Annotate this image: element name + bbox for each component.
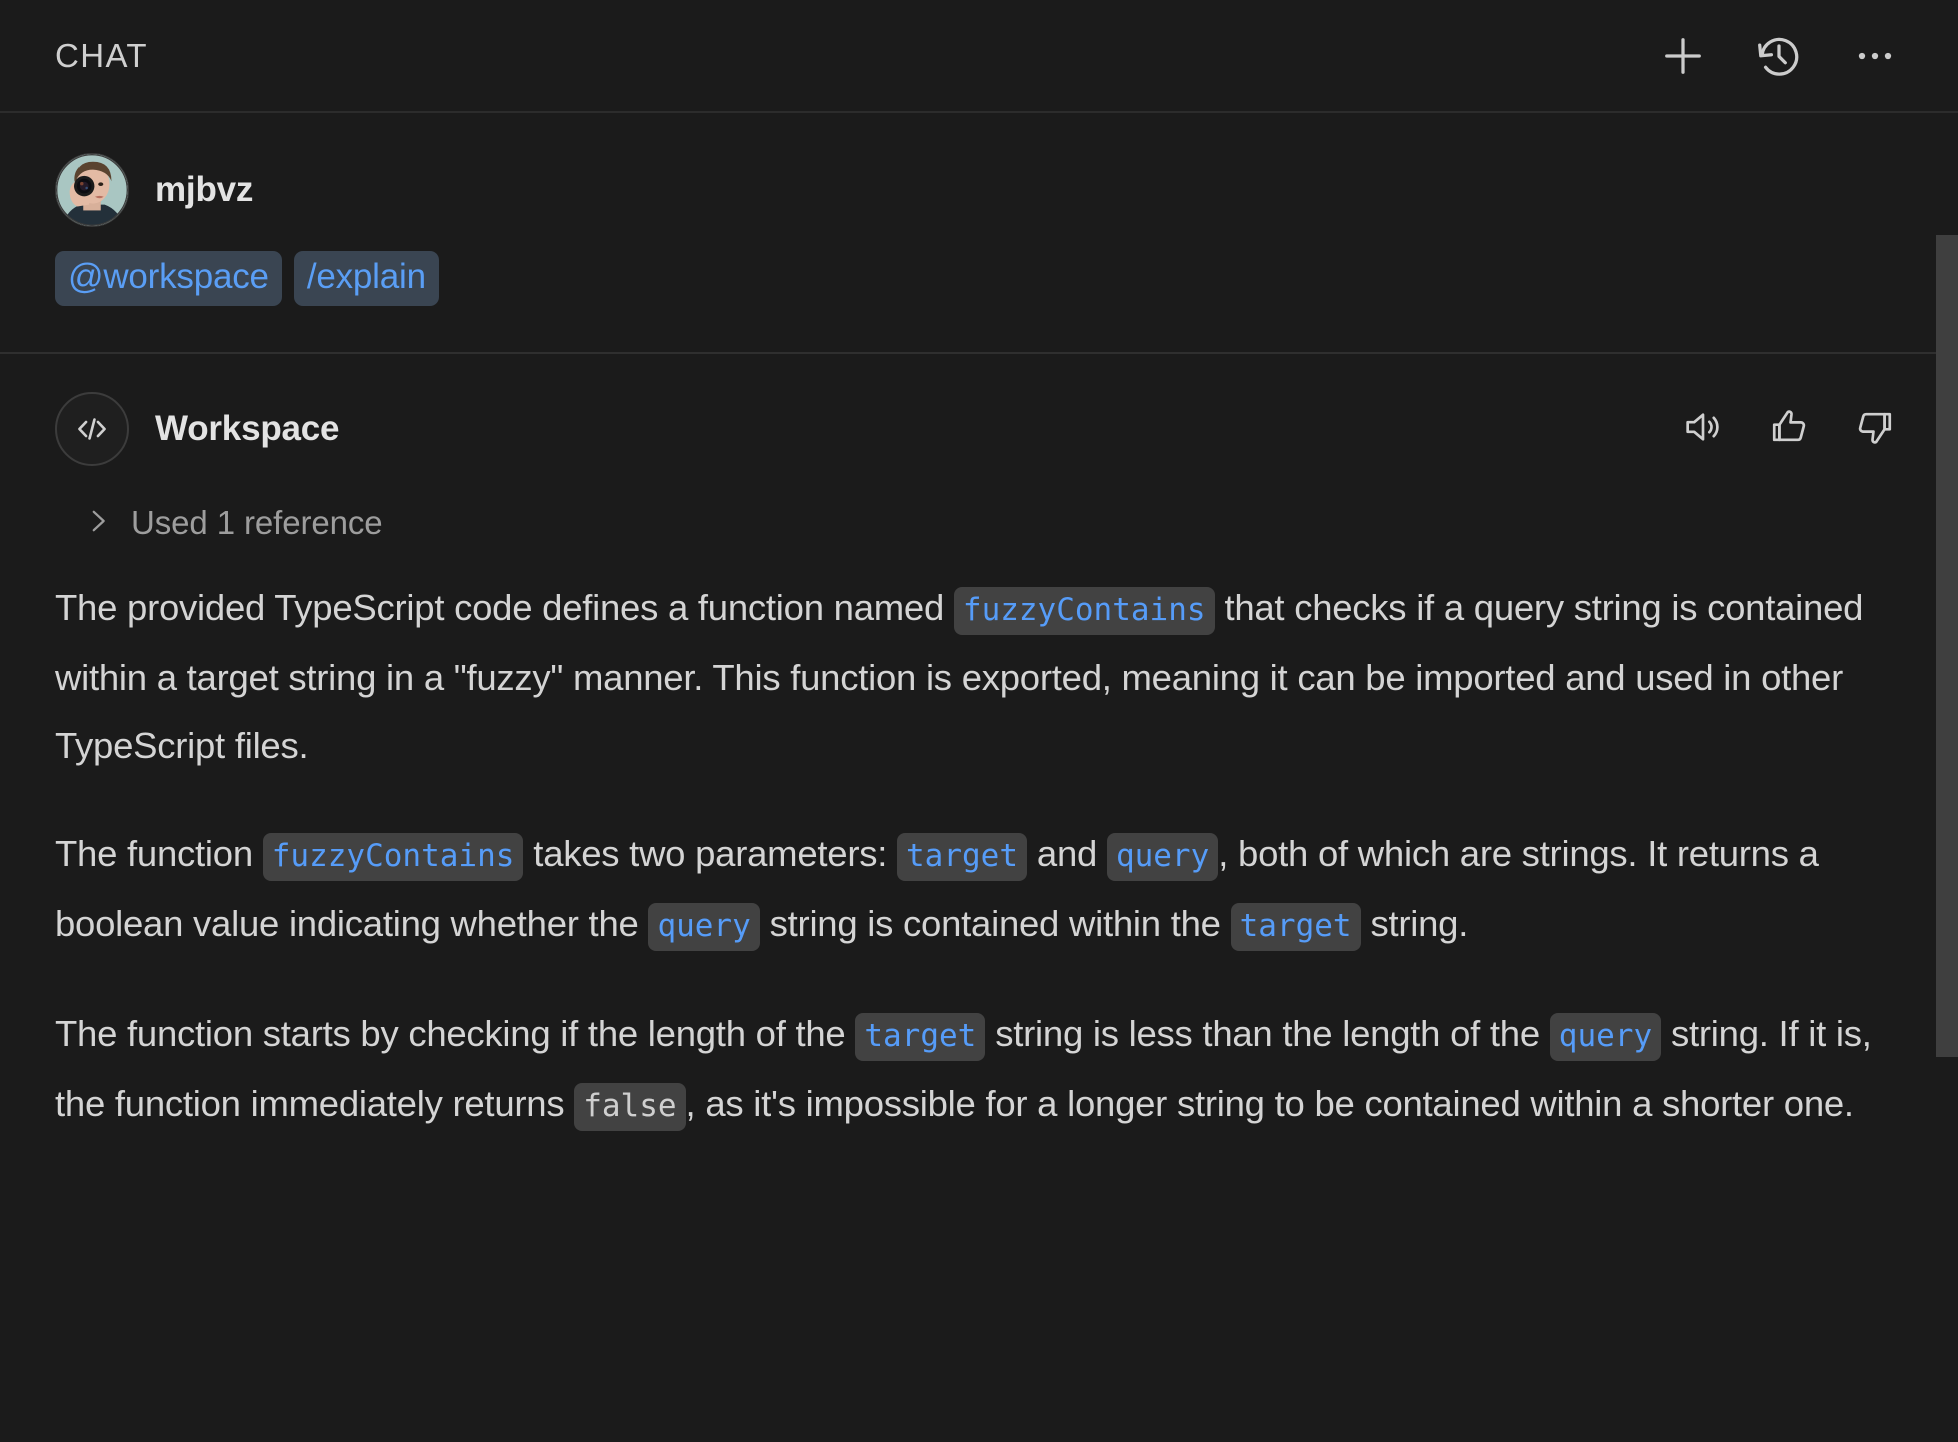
avatar <box>55 153 129 227</box>
chat-history-button[interactable] <box>1748 25 1810 87</box>
user-message-turn: mjbvz @workspace /explain <box>0 113 1958 355</box>
ellipsis-icon <box>1849 30 1901 82</box>
thumbs-down-button[interactable] <box>1847 401 1903 457</box>
chat-scrollbar-thumb[interactable] <box>1936 235 1958 1057</box>
inline-code: query <box>1106 833 1219 882</box>
user-name: mjbvz <box>155 170 254 209</box>
prompt-chips: @workspace /explain <box>55 251 1903 307</box>
header-actions <box>1652 25 1906 87</box>
used-references-label: Used 1 reference <box>131 504 383 542</box>
thumbs-down-icon <box>1852 404 1898 455</box>
inline-code: fuzzyContains <box>262 833 524 882</box>
paragraph: The provided TypeScript code defines a f… <box>55 587 1864 767</box>
inline-code: target <box>897 833 1027 882</box>
history-icon <box>1753 30 1805 82</box>
plus-icon <box>1657 30 1709 82</box>
paragraph: The function starts by checking if the l… <box>55 1000 1885 1140</box>
new-chat-button[interactable] <box>1652 25 1714 87</box>
user-speaker-row: mjbvz <box>55 153 1903 227</box>
assistant-message-turn: Workspace Used 1 reference The provided … <box>0 354 1958 1140</box>
code-brackets-icon <box>55 392 129 467</box>
inline-code: query <box>1549 1013 1662 1062</box>
more-actions-button[interactable] <box>1844 25 1906 87</box>
chat-panel: CHAT mjbvz @workspace /explain Workspace… <box>0 0 1958 1442</box>
inline-code: false <box>574 1083 686 1132</box>
chevron-right-icon <box>81 504 115 543</box>
command-chip-explain[interactable]: /explain <box>293 251 439 307</box>
inline-code: fuzzyContains <box>953 587 1215 636</box>
assistant-actions <box>1675 401 1903 457</box>
inline-code: target <box>855 1013 986 1062</box>
thumbs-up-button[interactable] <box>1761 401 1817 457</box>
assistant-markdown-body: The provided TypeScript code defines a f… <box>55 574 1885 1140</box>
agent-name: Workspace <box>155 409 340 449</box>
speaker-icon <box>1680 404 1726 455</box>
used-references-toggle[interactable]: Used 1 reference <box>81 498 1903 548</box>
chat-panel-header: CHAT <box>0 0 1958 113</box>
inline-code: query <box>648 903 760 952</box>
inline-code: target <box>1230 903 1361 952</box>
assistant-speaker-row: Workspace <box>55 392 1903 467</box>
paragraph: The function fuzzyContains takes two par… <box>55 820 1885 960</box>
chat-scrollbar-track[interactable] <box>1936 113 1958 1442</box>
agent-chip-workspace[interactable]: @workspace <box>55 251 282 307</box>
thumbs-up-icon <box>1766 404 1812 455</box>
read-aloud-button[interactable] <box>1675 401 1731 457</box>
panel-title: CHAT <box>55 36 148 74</box>
